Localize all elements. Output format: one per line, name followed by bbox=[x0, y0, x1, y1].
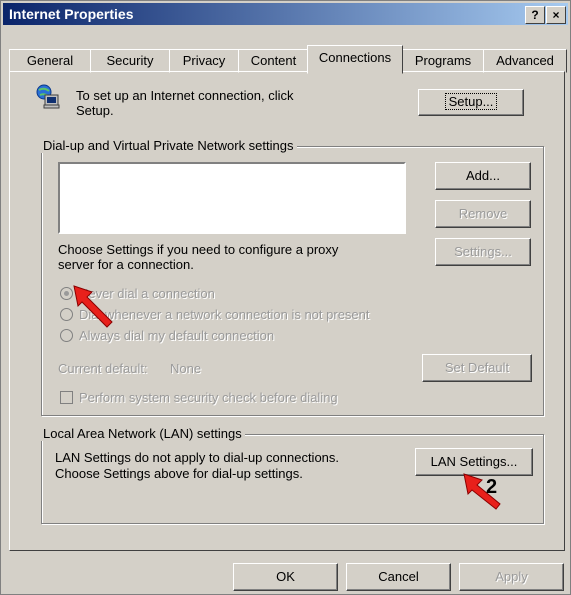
lan-text-line1: LAN Settings do not apply to dial-up con… bbox=[55, 450, 340, 465]
security-check-box bbox=[60, 390, 73, 404]
lan-text-line2: Choose Settings above for dial-up settin… bbox=[55, 466, 303, 481]
title-bar[interactable]: Internet Properties ? × bbox=[3, 3, 568, 25]
current-default-value: None bbox=[170, 361, 202, 376]
security-check-label: Perform system security check before dia… bbox=[79, 389, 338, 405]
tab-privacy[interactable]: Privacy bbox=[169, 49, 239, 73]
setup-text-line1: To set up an Internet connection, click bbox=[76, 88, 294, 103]
connections-panel: To set up an Internet connection, click … bbox=[9, 71, 565, 551]
add-button[interactable]: Add... bbox=[435, 162, 531, 190]
radio-dial-whenever-label: Dial whenever a network connection is no… bbox=[79, 306, 370, 322]
tab-connections[interactable]: Connections bbox=[307, 45, 403, 74]
settings-button[interactable]: Settings... bbox=[435, 238, 531, 266]
dialup-group-legend: Dial-up and Virtual Private Network sett… bbox=[40, 138, 297, 153]
security-check-checkbox[interactable]: Perform system security check before dia… bbox=[60, 388, 338, 406]
current-default-label: Current default: bbox=[58, 361, 148, 376]
network-computer-icon bbox=[35, 84, 61, 110]
remove-button[interactable]: Remove bbox=[435, 200, 531, 228]
setup-text-line2: Setup. bbox=[76, 103, 114, 118]
annotation-arrow-1 bbox=[72, 284, 117, 329]
internet-properties-window: Internet Properties ? × General Security… bbox=[0, 0, 571, 595]
tab-content[interactable]: Content bbox=[238, 49, 309, 73]
setup-button-label: Setup... bbox=[444, 93, 498, 110]
settings-text-line1: Choose Settings if you need to configure… bbox=[58, 242, 339, 257]
close-button[interactable]: × bbox=[546, 6, 566, 24]
tab-general[interactable]: General bbox=[9, 49, 91, 73]
tab-advanced[interactable]: Advanced bbox=[483, 49, 567, 73]
apply-button[interactable]: Apply bbox=[459, 563, 564, 591]
lan-group-legend: Local Area Network (LAN) settings bbox=[40, 426, 245, 441]
ok-button[interactable]: OK bbox=[233, 563, 338, 591]
window-title: Internet Properties bbox=[9, 6, 134, 22]
radio-always-dial-indicator bbox=[60, 328, 73, 342]
tab-security[interactable]: Security bbox=[90, 49, 170, 73]
tab-strip: General Security Privacy Content Connect… bbox=[9, 45, 567, 74]
radio-always-dial-label: Always dial my default connection bbox=[79, 327, 275, 343]
settings-text-line2: server for a connection. bbox=[58, 257, 194, 272]
connections-listbox[interactable] bbox=[58, 162, 406, 234]
setup-button[interactable]: Setup... bbox=[418, 89, 524, 116]
cancel-button[interactable]: Cancel bbox=[346, 563, 451, 591]
set-default-button[interactable]: Set Default bbox=[422, 354, 532, 382]
tab-programs[interactable]: Programs bbox=[402, 49, 484, 73]
help-button[interactable]: ? bbox=[525, 6, 545, 24]
annotation-marker-2: 2 bbox=[486, 476, 498, 498]
